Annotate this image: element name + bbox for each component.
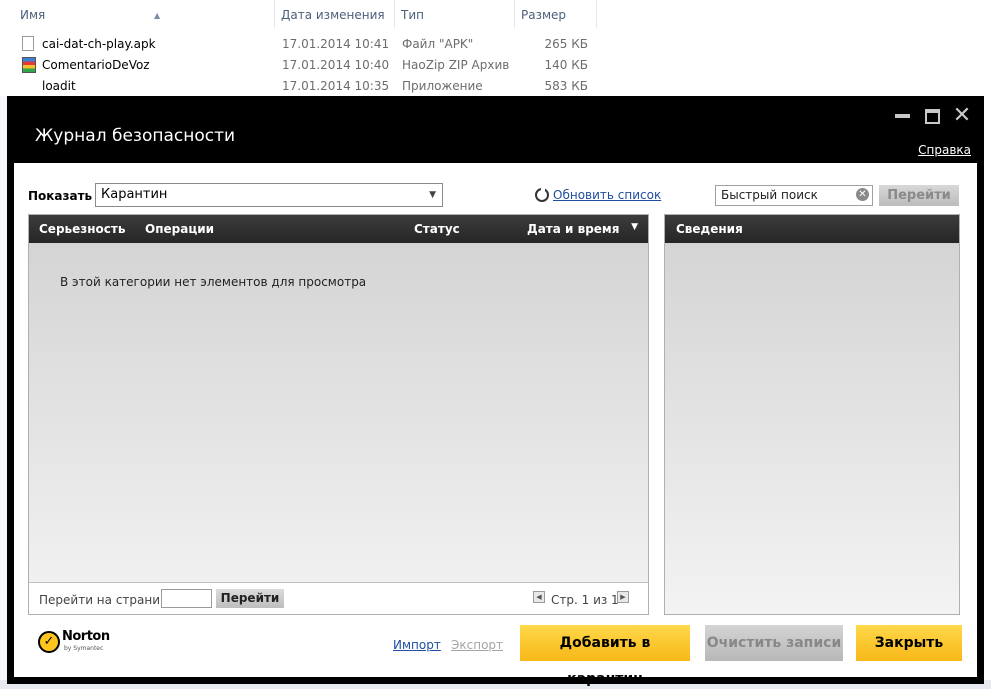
column-date-time[interactable]: Дата и время bbox=[527, 222, 619, 236]
column-operations[interactable]: Операции bbox=[145, 222, 214, 236]
file-name: cai-dat-ch-play.apk bbox=[42, 37, 156, 51]
column-type[interactable]: Тип bbox=[395, 0, 515, 28]
column-status[interactable]: Статус bbox=[414, 222, 460, 236]
zip-archive-icon bbox=[22, 57, 36, 73]
sort-down-icon[interactable]: ▼ bbox=[631, 222, 638, 232]
page-number-input[interactable] bbox=[161, 589, 212, 608]
events-table-header: Серьезность Операции Статус Дата и время… bbox=[29, 215, 648, 243]
details-panel: Сведения bbox=[664, 214, 960, 615]
file-type: Приложение bbox=[402, 79, 483, 93]
search-go-button[interactable]: Перейти bbox=[879, 185, 959, 206]
column-date-label: Дата изменения bbox=[281, 8, 385, 22]
minimize-icon bbox=[894, 114, 910, 118]
application-icon bbox=[22, 78, 36, 94]
help-link[interactable]: Справка bbox=[918, 143, 971, 157]
clear-search-icon[interactable]: ✕ bbox=[856, 188, 869, 201]
file-size: 140 КБ bbox=[544, 58, 588, 72]
norton-brand-sub: by Symantec bbox=[64, 645, 104, 652]
file-row[interactable]: ComentarioDeVoz 17.01.2014 10:40 HaoZip … bbox=[14, 55, 594, 75]
show-label: Показать bbox=[28, 189, 93, 203]
file-row[interactable]: cai-dat-ch-play.apk 17.01.2014 10:41 Фай… bbox=[14, 34, 594, 54]
details-title: Сведения bbox=[676, 222, 743, 236]
details-header: Сведения bbox=[665, 215, 959, 243]
column-size[interactable]: Размер bbox=[515, 0, 597, 28]
category-select-value: Карантин bbox=[101, 187, 168, 202]
quick-search-placeholder: Быстрый поиск bbox=[721, 188, 818, 202]
next-page-icon[interactable]: ▶ bbox=[617, 591, 629, 603]
file-size: 583 КБ bbox=[544, 79, 588, 93]
pager-bar: Перейти на страницу: Перейти ◀ Стр. 1 из… bbox=[29, 582, 648, 614]
chevron-down-icon: ▼ bbox=[429, 190, 436, 200]
refresh-list-link[interactable]: Обновить список bbox=[535, 187, 662, 202]
column-name[interactable]: Имя ▲ bbox=[14, 0, 275, 28]
close-icon: ✕ bbox=[952, 103, 972, 128]
add-to-quarantine-button[interactable]: Добавить в карантин bbox=[520, 625, 690, 687]
minimize-button[interactable] bbox=[891, 106, 913, 126]
column-severity[interactable]: Серьезность bbox=[39, 222, 125, 236]
column-date[interactable]: Дата изменения bbox=[275, 0, 395, 28]
file-size: 265 КБ bbox=[544, 37, 588, 51]
clear-entries-button[interactable]: Очистить записи bbox=[705, 625, 843, 661]
norton-checkmark-icon: ✓ bbox=[38, 631, 60, 653]
explorer-column-header: Имя ▲ Дата изменения Тип Размер bbox=[14, 0, 991, 28]
file-type: Файл "APK" bbox=[402, 37, 474, 51]
export-link[interactable]: Экспорт bbox=[451, 638, 503, 652]
file-date: 17.01.2014 10:40 bbox=[282, 58, 390, 72]
refresh-icon bbox=[535, 187, 549, 202]
file-name: ComentarioDeVoz bbox=[42, 58, 150, 72]
close-button[interactable]: Закрыть bbox=[856, 625, 962, 661]
norton-brand: Norton bbox=[62, 629, 110, 644]
prev-page-icon[interactable]: ◀ bbox=[533, 591, 545, 603]
column-type-label: Тип bbox=[401, 8, 424, 22]
window-body: Справка Показать Карантин ▼ Обновить спи… bbox=[14, 143, 977, 687]
quick-search-input[interactable]: Быстрый поиск ✕ bbox=[715, 185, 873, 206]
security-history-window: Журнал безопасности ✕ Справка Показать К… bbox=[7, 96, 984, 687]
empty-table-message: В этой категории нет элементов для просм… bbox=[60, 275, 367, 289]
file-type: HaoZip ZIP Архив bbox=[402, 58, 510, 72]
file-date: 17.01.2014 10:35 bbox=[282, 79, 390, 93]
window-title: Журнал безопасности bbox=[35, 126, 236, 146]
norton-logo: ✓ Norton by Symantec bbox=[38, 629, 118, 659]
file-icon bbox=[22, 36, 36, 52]
column-size-label: Размер bbox=[521, 8, 567, 22]
page-indicator: Стр. 1 из 1 bbox=[551, 593, 619, 607]
category-select[interactable]: Карантин ▼ bbox=[95, 183, 443, 207]
sort-up-icon: ▲ bbox=[154, 11, 161, 20]
page-go-button[interactable]: Перейти bbox=[216, 589, 284, 608]
file-date: 17.01.2014 10:41 bbox=[282, 37, 390, 51]
refresh-list-label: Обновить список bbox=[553, 188, 662, 202]
goto-page-label: Перейти на страницу: bbox=[39, 593, 180, 607]
events-table: Серьезность Операции Статус Дата и время… bbox=[28, 214, 649, 615]
column-name-label: Имя bbox=[20, 8, 46, 22]
import-link[interactable]: Импорт bbox=[393, 638, 441, 652]
maximize-icon bbox=[924, 108, 940, 124]
maximize-button[interactable] bbox=[921, 106, 943, 126]
file-row[interactable]: loadit 17.01.2014 10:35 Приложение 583 К… bbox=[14, 76, 594, 96]
file-name: loadit bbox=[42, 79, 76, 93]
close-window-button[interactable]: ✕ bbox=[951, 103, 973, 128]
